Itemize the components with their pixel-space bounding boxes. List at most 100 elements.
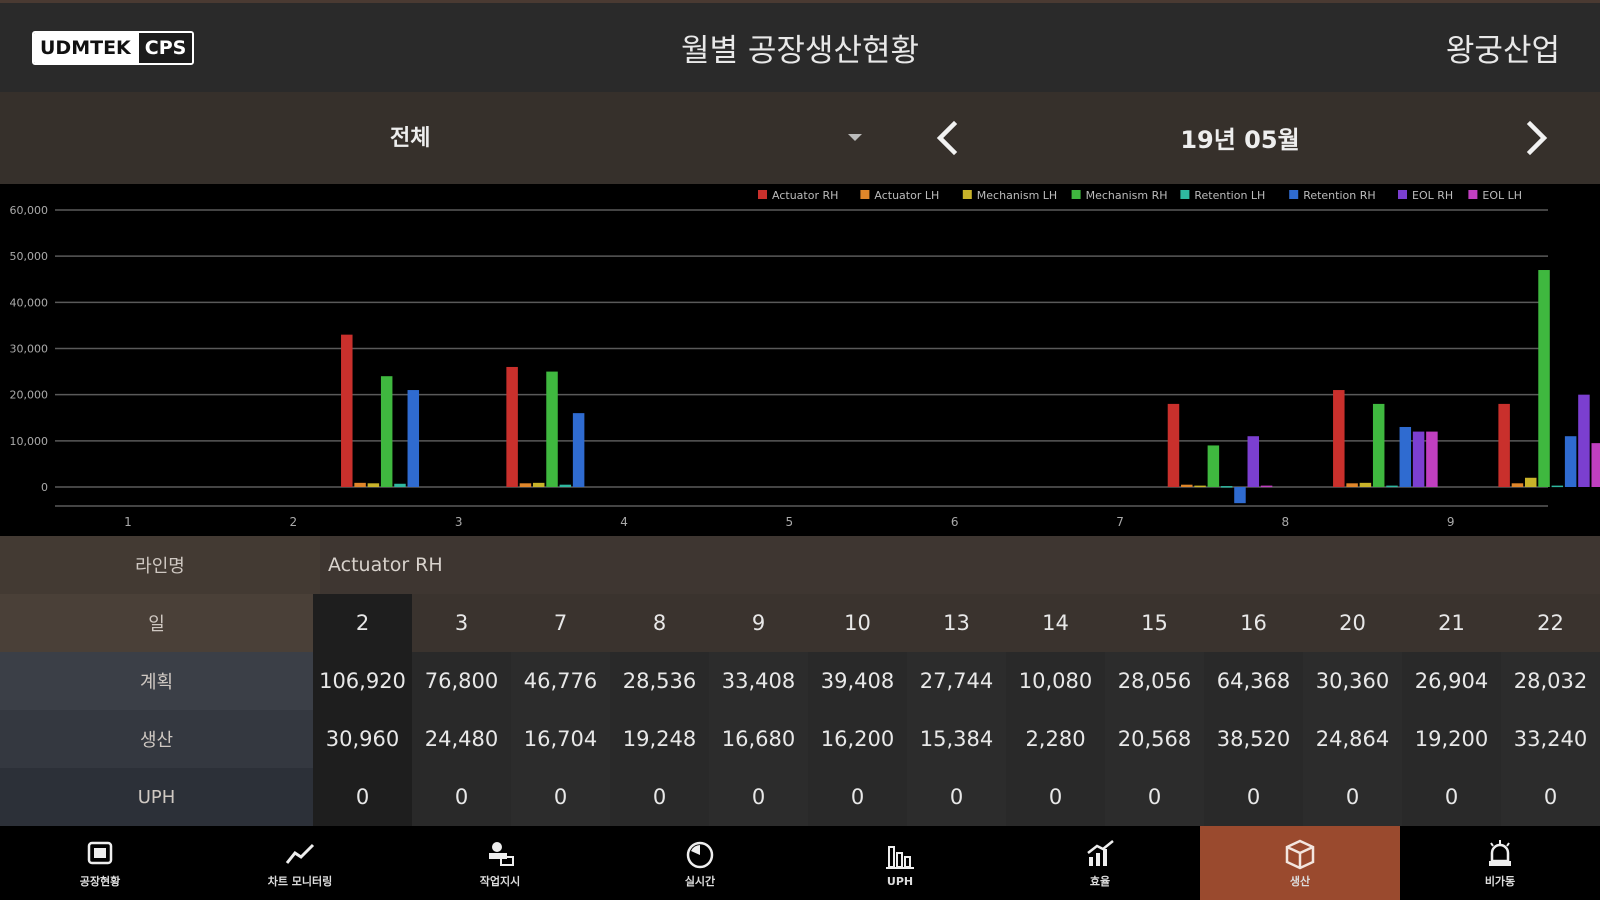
x-tick-label: 4	[620, 515, 628, 529]
nav-label: 생산	[1289, 875, 1311, 888]
y-tick-label: 40,000	[10, 296, 49, 309]
day-cell[interactable]: 10	[808, 594, 907, 652]
day-cell[interactable]: 22	[1501, 594, 1600, 652]
production-table: 라인명 Actuator RH 일 2 3 7 8 9 10 13 14 15 16 20 21 22 …	[0, 536, 1600, 826]
bar	[1511, 483, 1524, 487]
nav-item-7[interactable]: 생산	[1200, 826, 1400, 900]
legend-label: EOL LH	[1482, 189, 1522, 202]
uph-cell: 0	[511, 768, 610, 826]
day-cell[interactable]: 16	[1204, 594, 1303, 652]
legend-swatch	[860, 190, 870, 199]
bar	[380, 376, 393, 487]
nav-item-4[interactable]: 실시간	[600, 826, 800, 900]
production-cell: 16,680	[709, 710, 808, 768]
line-dropdown[interactable]: 전체	[0, 92, 880, 184]
production-cell: 30,960	[313, 710, 412, 768]
y-tick-label: 60,000	[10, 204, 49, 217]
uph-cell: 0	[1303, 768, 1402, 826]
uph-header: UPH	[0, 768, 313, 826]
bar	[532, 482, 545, 487]
plan-cell: 33,408	[709, 652, 808, 710]
bar	[1194, 485, 1206, 488]
bar	[1564, 436, 1577, 487]
nav-item-5[interactable]: UPH	[800, 826, 1000, 900]
plan-cell: 28,536	[610, 652, 709, 710]
production-chart: 60,000 50,000 40,000 30,000 20,000 10,000 0 1 2 3…	[0, 184, 1600, 536]
bar	[1220, 486, 1233, 488]
legend-label: EOL RH	[1412, 189, 1453, 202]
next-month-button[interactable]	[1516, 118, 1556, 158]
x-tick-label: 2	[290, 515, 298, 529]
nav-item-8[interactable]: 비가동	[1400, 826, 1600, 900]
bar	[1234, 487, 1246, 504]
y-tick-label: 10,000	[10, 435, 49, 448]
x-tick-label: 6	[951, 515, 959, 529]
day-cell[interactable]: 2	[313, 594, 412, 652]
bar	[1538, 270, 1550, 487]
nav-item-2[interactable]: 차트 모니터링	[200, 826, 400, 900]
day-cell[interactable]: 3	[412, 594, 511, 652]
line-dropdown-value: 전체	[390, 126, 431, 151]
x-tick-label: 7	[1116, 515, 1124, 529]
company-name: 왕궁산업	[1445, 33, 1560, 69]
day-cell[interactable]: 20	[1303, 594, 1402, 652]
bar	[1167, 403, 1180, 487]
bar	[1578, 394, 1590, 487]
production-cell: 2,280	[1006, 710, 1105, 768]
bar	[572, 413, 585, 487]
bar	[1346, 483, 1358, 487]
prev-month-button[interactable]	[928, 118, 968, 158]
bar	[1181, 484, 1193, 487]
plan-cell: 64,368	[1204, 652, 1303, 710]
legend-label: Mechanism LH	[977, 189, 1057, 202]
nav-label: UPH	[886, 874, 914, 888]
alarm-icon	[1489, 840, 1511, 866]
uph-cell: 0	[1402, 768, 1501, 826]
legend-swatch	[1289, 190, 1299, 199]
bar	[1386, 485, 1398, 488]
bar	[506, 366, 518, 487]
y-tick-label: 50,000	[10, 250, 49, 263]
plan-cell: 28,056	[1105, 652, 1204, 710]
day-cell[interactable]: 14	[1006, 594, 1105, 652]
day-cell[interactable]: 9	[709, 594, 808, 652]
uph-bar-icon	[886, 845, 914, 869]
day-cell[interactable]: 15	[1105, 594, 1204, 652]
bar	[546, 371, 558, 487]
uph-cell: 0	[1204, 768, 1303, 826]
uph-cell: 0	[610, 768, 709, 826]
x-tick-label: 5	[786, 515, 794, 529]
uph-cell: 0	[709, 768, 808, 826]
nav-item-6[interactable]: 효율	[1000, 826, 1200, 900]
plan-cell: 10,080	[1006, 652, 1105, 710]
y-tick-label: 20,000	[10, 389, 49, 402]
bar	[407, 390, 420, 487]
legend-label: Retention RH	[1303, 189, 1375, 202]
bar	[354, 482, 366, 487]
day-cell[interactable]: 21	[1402, 594, 1501, 652]
x-tick-label: 1	[124, 515, 132, 529]
legend-label: Actuator LH	[874, 189, 939, 202]
nav-item-3[interactable]: 작업지시	[400, 826, 600, 900]
filter-bar: 전체 19년 05월	[0, 92, 1600, 184]
legend-label: Mechanism RH	[1086, 189, 1168, 202]
bar	[1247, 436, 1260, 487]
legend-swatch	[1398, 190, 1407, 199]
day-cell[interactable]: 7	[511, 594, 610, 652]
production-header: 생산	[0, 710, 313, 768]
x-tick-label: 8	[1282, 515, 1290, 529]
line-name-row: 라인명 Actuator RH	[0, 536, 1600, 594]
y-tick-label: 0	[41, 481, 48, 494]
chevron-left-icon	[936, 120, 958, 156]
legend-swatch	[962, 190, 972, 199]
day-cell[interactable]: 8	[610, 594, 709, 652]
nav-item-1[interactable]: 공장현황	[0, 826, 200, 900]
bar	[1551, 485, 1564, 488]
nav-label: 공장현황	[79, 875, 121, 888]
day-cell[interactable]: 13	[907, 594, 1006, 652]
production-box-icon	[1285, 839, 1315, 870]
bar	[1372, 403, 1385, 487]
bar	[1207, 445, 1220, 487]
legend-swatch	[1468, 190, 1478, 199]
production-cell: 16,704	[511, 710, 610, 768]
